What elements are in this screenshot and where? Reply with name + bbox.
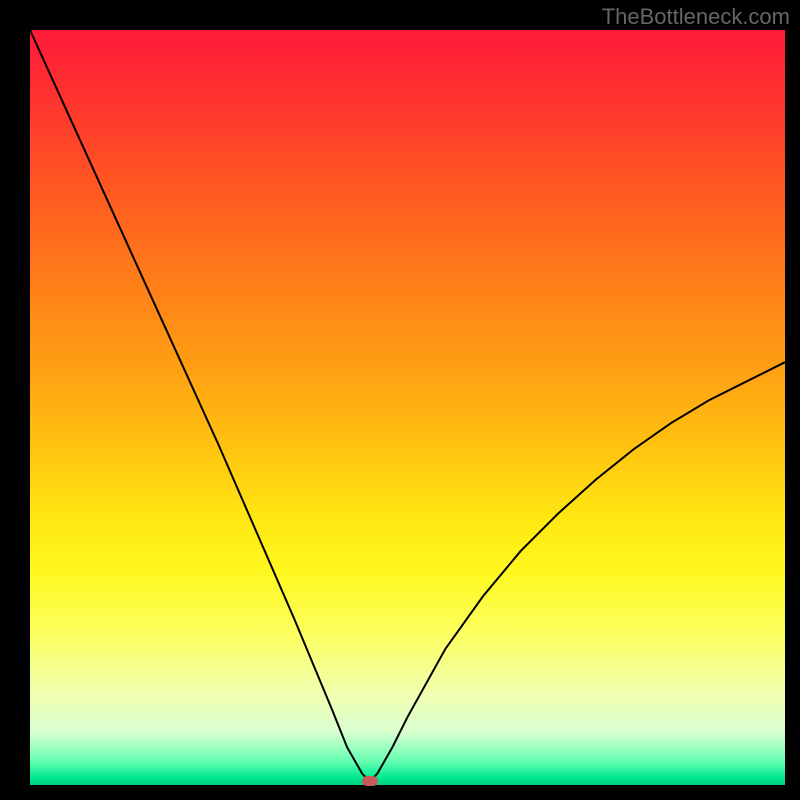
- optimal-point-marker: [362, 776, 378, 786]
- bottleneck-curve: [30, 30, 785, 785]
- watermark-text: TheBottleneck.com: [602, 4, 790, 30]
- chart-plot-area: [30, 30, 785, 785]
